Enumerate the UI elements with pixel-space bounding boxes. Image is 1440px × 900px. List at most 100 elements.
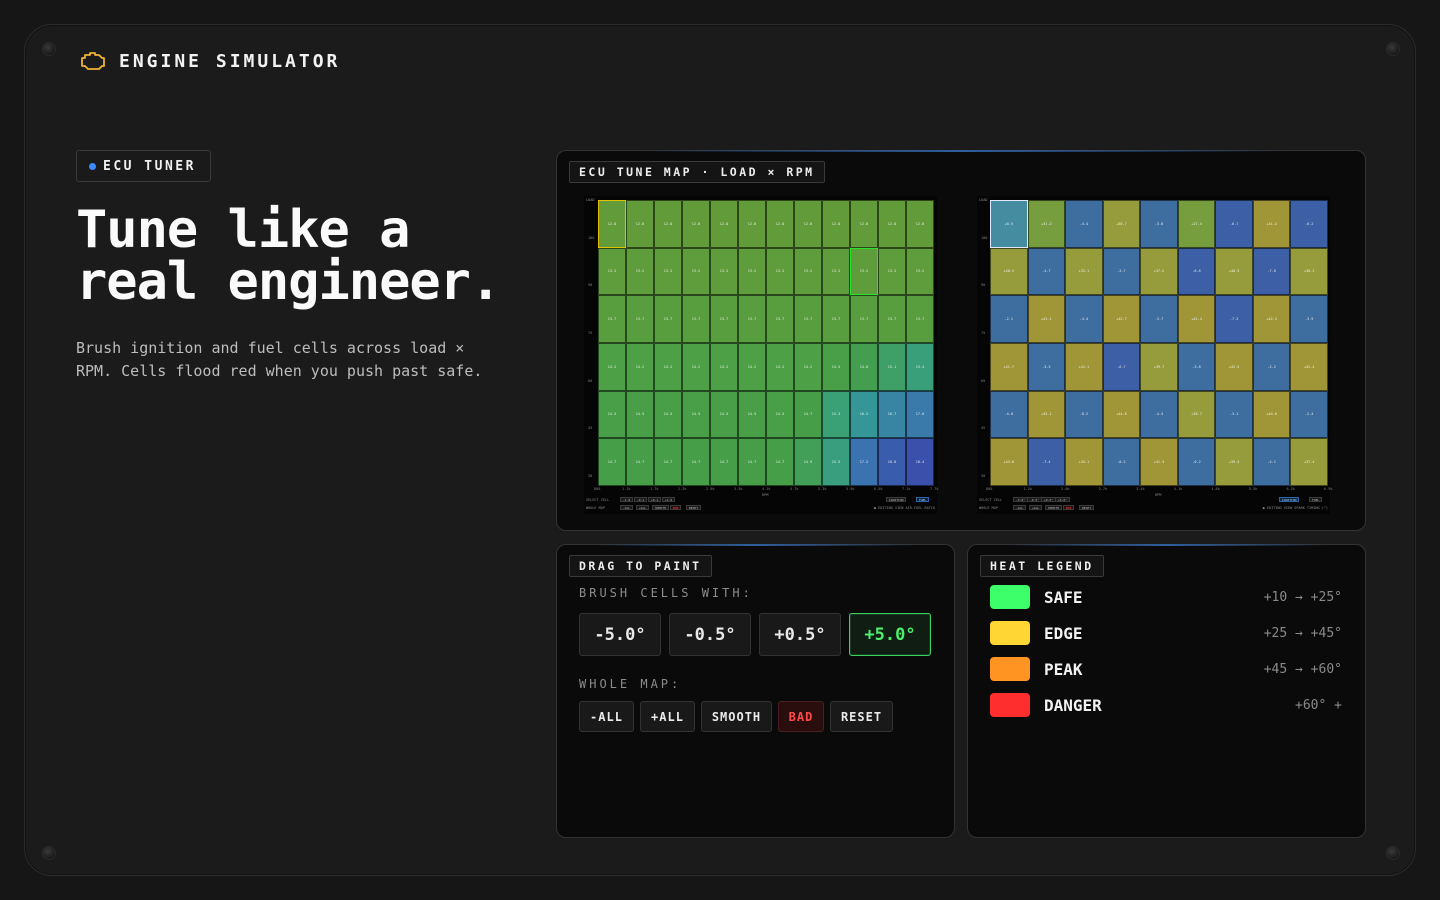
map-cell[interactable]: -2.4 [1290, 390, 1328, 439]
map-cell[interactable]: 14.2 [766, 343, 794, 391]
map-cell[interactable]: 15.5 [822, 438, 850, 486]
map-cell[interactable]: +40.3 [1215, 247, 1253, 296]
minus-all-button[interactable]: -ALL [579, 701, 634, 732]
map-cell[interactable]: 12.8 [710, 200, 738, 248]
map-cell[interactable]: +37.4 [1290, 438, 1328, 486]
mini-map-button[interactable]: +ALL [636, 505, 650, 510]
map-cell[interactable]: 14.5 [598, 390, 626, 439]
map-cell[interactable]: -0.2 [1065, 390, 1103, 439]
map-cell[interactable]: -4.7 [1027, 247, 1066, 296]
map-cell[interactable]: 14.5 [654, 390, 682, 439]
mini-map-button[interactable]: -ALL [1013, 505, 1027, 510]
map-cell[interactable]: 12.8 [878, 200, 906, 248]
brush-minus-5-button[interactable]: -5.0° [579, 613, 661, 656]
map-cell[interactable]: 12.8 [822, 200, 850, 248]
map-cell[interactable]: 14.7 [626, 438, 654, 486]
mini-map-button[interactable]: RESET [686, 505, 702, 510]
bad-button[interactable]: BAD [778, 701, 824, 732]
map-cell[interactable]: -2.2 [1252, 343, 1291, 391]
map-cell[interactable]: +43.1 [1065, 438, 1103, 486]
map-cell[interactable]: -7.3 [1215, 295, 1253, 343]
map-cell[interactable]: -6.7 [1215, 200, 1253, 248]
map-cell[interactable]: 13.7 [850, 295, 878, 343]
mini-map-button[interactable]: RESET [1079, 505, 1095, 510]
map-cell[interactable]: 14.5 [766, 390, 794, 439]
map-cell[interactable]: 14.5 [710, 390, 738, 439]
map-cell[interactable]: +39.7 [1140, 343, 1178, 391]
map-cell[interactable]: 12.8 [850, 200, 878, 248]
map-cell[interactable]: 15.4 [906, 343, 934, 391]
map-cell[interactable]: +41.4 [1177, 295, 1216, 343]
map-cell[interactable]: -3.8 [1177, 343, 1216, 391]
map-cell[interactable]: -3.1 [1215, 390, 1253, 439]
map-cell[interactable]: -4.4 [1065, 200, 1103, 248]
mini-cell-button[interactable]: -5.0° [1013, 497, 1029, 502]
map-cell[interactable]: -6.6 [1177, 247, 1216, 296]
map-cell[interactable]: -3.7 [1140, 295, 1178, 343]
map-cell[interactable]: +27.4 [1177, 200, 1216, 248]
map-cell[interactable]: 14.2 [794, 343, 822, 391]
brush-minus-0-5-button[interactable]: -0.5° [669, 613, 751, 656]
map-cell[interactable]: 14.2 [738, 343, 766, 391]
map-cell[interactable]: 13.7 [682, 295, 710, 343]
map-cell[interactable]: 14.7 [766, 438, 794, 486]
map-cell[interactable]: +40.5 [990, 247, 1028, 296]
smooth-button[interactable]: SMOOTH [701, 701, 772, 732]
map-cell[interactable]: +42.3 [1252, 295, 1291, 343]
map-cell[interactable]: +38.2 [1290, 247, 1328, 296]
map-cell[interactable]: 18.4 [906, 438, 934, 486]
map-cell[interactable]: 13.7 [626, 295, 654, 343]
map-cell[interactable]: 14.2 [626, 343, 654, 391]
map-cell[interactable]: 14.5 [822, 343, 850, 391]
map-cell[interactable]: 14.7 [682, 438, 710, 486]
map-cell[interactable]: 13.7 [654, 295, 682, 343]
map-cell[interactable]: -4.1 [1252, 438, 1291, 486]
map-cell[interactable]: -7.8 [1252, 247, 1291, 296]
map-cell[interactable]: -2.1 [990, 295, 1028, 343]
map-cell[interactable]: +39.4 [1215, 438, 1253, 486]
map-cell[interactable]: 13.7 [766, 295, 794, 343]
map-cell[interactable]: +43.8 [990, 438, 1028, 486]
map-cell[interactable]: -7.4 [1027, 438, 1066, 486]
map-cell[interactable]: 12.8 [738, 200, 766, 248]
mini-cell-button[interactable]: +0.5° [1041, 497, 1057, 502]
map-cell[interactable]: +31.2 [1027, 200, 1066, 248]
map-cell[interactable]: -4.5 [1140, 390, 1178, 439]
fuel-map[interactable]: LOAD 100 90 75 60 45 30 12.8 12.8 12.8 12.8 12.8 12.… [584, 196, 938, 514]
map-cell[interactable]: 14.2 [710, 343, 738, 391]
map-cell[interactable]: -0.2 [1177, 438, 1216, 486]
map-cell[interactable]: 13.2 [626, 247, 654, 296]
mini-cell-button[interactable]: +1.0 [662, 497, 676, 502]
reset-button[interactable]: RESET [830, 701, 893, 732]
map-cell[interactable]: 13.2 [906, 247, 934, 296]
map-cell[interactable]: 12.8 [654, 200, 682, 248]
map-cell[interactable]: 13.2 [654, 247, 682, 296]
map-cell[interactable]: +44.8 [1102, 390, 1141, 439]
map-cell[interactable]: 16.7 [878, 390, 906, 439]
mini-cell-button[interactable]: -0.1 [634, 497, 648, 502]
map-cell[interactable]: 14.7 [738, 438, 766, 486]
map-cell[interactable]: 12.8 [626, 200, 654, 248]
map-cell[interactable]: +38.7 [1102, 200, 1141, 248]
map-cell[interactable]: 13.2 [738, 247, 766, 296]
map-cell[interactable]: 13.7 [738, 295, 766, 343]
map-cell[interactable]: 14.7 [598, 438, 626, 486]
mini-cell-button[interactable]: +5.0° [1055, 497, 1071, 502]
map-cell[interactable]: 13.2 [850, 247, 878, 296]
map-cell[interactable]: 14.7 [794, 390, 822, 439]
map-cell[interactable]: 13.2 [682, 247, 710, 296]
map-cell[interactable]: +41.1 [1027, 295, 1066, 343]
map-cell[interactable]: 18.0 [878, 438, 906, 486]
map-cell[interactable]: -6.7 [1102, 343, 1141, 391]
mini-map-button[interactable]: -ALL [620, 505, 634, 510]
map-cell[interactable]: 12.8 [598, 200, 626, 248]
map-cell[interactable]: +41.1 [1065, 343, 1103, 391]
map-cell[interactable]: 13.7 [710, 295, 738, 343]
map-cell[interactable]: +42.4 [1290, 343, 1328, 391]
map-cell[interactable]: 16.2 [850, 390, 878, 439]
map-cell[interactable]: 14.5 [738, 390, 766, 439]
map-cell[interactable]: +43.1 [1027, 390, 1066, 439]
map-cell[interactable]: 13.7 [822, 295, 850, 343]
map-cell[interactable]: 14.7 [654, 438, 682, 486]
map-cell[interactable]: -0.2 [1102, 438, 1141, 486]
